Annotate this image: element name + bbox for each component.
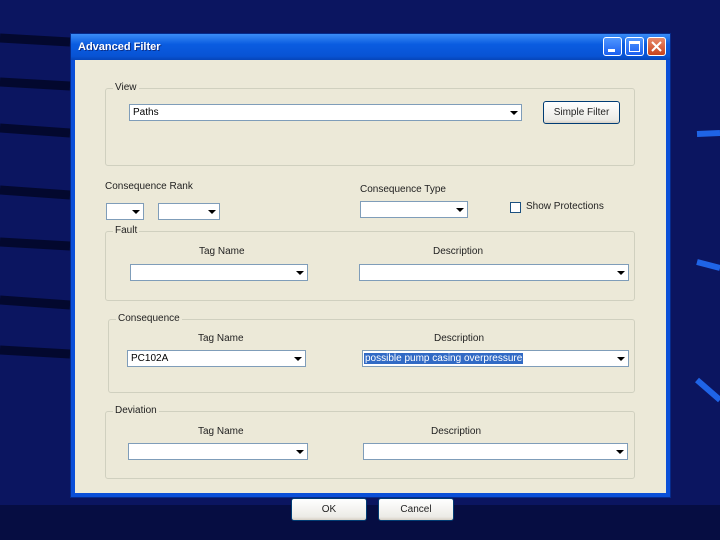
view-select[interactable]: Paths xyxy=(129,104,522,121)
fault-description-label: Description xyxy=(433,246,484,257)
chevron-down-icon[interactable] xyxy=(205,205,218,218)
fault-tag-name-select[interactable] xyxy=(130,264,308,281)
minimize-icon xyxy=(608,49,615,52)
maximize-button[interactable] xyxy=(625,37,644,56)
close-button[interactable] xyxy=(647,37,666,56)
maximize-icon xyxy=(629,41,640,52)
consequence-legend: Consequence xyxy=(116,313,182,325)
consequence-type-label: Consequence Type xyxy=(360,184,446,195)
cancel-button[interactable]: Cancel xyxy=(378,498,454,521)
consequence-description-label: Description xyxy=(434,333,485,344)
deviation-tag-name-select[interactable] xyxy=(128,443,308,460)
window-title: Advanced Filter xyxy=(78,41,161,53)
title-bar[interactable]: Advanced Filter xyxy=(71,34,670,60)
consequence-rank-select-2[interactable] xyxy=(158,203,220,220)
consequence-tag-name-value: PC102A xyxy=(131,353,169,364)
minimize-button[interactable] xyxy=(603,37,622,56)
chevron-down-icon[interactable] xyxy=(293,445,306,458)
deviation-tag-name-label: Tag Name xyxy=(198,426,244,437)
view-group: View Paths Simple Filter xyxy=(105,82,635,166)
dialog-body: View Paths Simple Filter Consequence Ran… xyxy=(75,60,666,521)
consequence-tag-name-label: Tag Name xyxy=(198,333,244,344)
chevron-down-icon[interactable] xyxy=(291,352,304,365)
chevron-down-icon[interactable] xyxy=(613,445,626,458)
simple-filter-button[interactable]: Simple Filter xyxy=(543,101,620,124)
consequence-type-select[interactable] xyxy=(360,201,468,218)
close-icon xyxy=(651,41,662,52)
consequence-group: Consequence Tag Name Description PC102A … xyxy=(108,313,635,393)
deviation-description-select[interactable] xyxy=(363,443,628,460)
deviation-group: Deviation Tag Name Description xyxy=(105,405,635,479)
fault-group: Fault Tag Name Description xyxy=(105,225,635,301)
ok-button[interactable]: OK xyxy=(291,498,367,521)
chevron-down-icon[interactable] xyxy=(614,266,627,279)
chevron-down-icon[interactable] xyxy=(129,205,142,218)
deviation-description-label: Description xyxy=(431,426,482,437)
fault-legend: Fault xyxy=(113,225,140,237)
deviation-legend: Deviation xyxy=(113,405,159,417)
view-select-value: Paths xyxy=(133,107,159,118)
chevron-down-icon[interactable] xyxy=(453,203,466,216)
consequence-description-select[interactable]: possible pump casing overpressure xyxy=(362,350,629,367)
consequence-description-value: possible pump casing overpressure xyxy=(364,353,524,364)
view-legend: View xyxy=(113,82,139,94)
chevron-down-icon[interactable] xyxy=(507,106,520,119)
consequence-tag-name-select[interactable]: PC102A xyxy=(127,350,306,367)
advanced-filter-window: Advanced Filter View Paths Simple Filter… xyxy=(70,33,671,521)
consequence-rank-select-1[interactable] xyxy=(106,203,144,220)
chevron-down-icon[interactable] xyxy=(614,352,627,365)
chevron-down-icon[interactable] xyxy=(293,266,306,279)
show-protections-label[interactable]: Show Protections xyxy=(526,201,604,213)
consequence-rank-label: Consequence Rank xyxy=(105,181,193,192)
fault-tag-name-label: Tag Name xyxy=(199,246,245,257)
show-protections-checkbox[interactable] xyxy=(510,202,521,213)
fault-description-select[interactable] xyxy=(359,264,629,281)
